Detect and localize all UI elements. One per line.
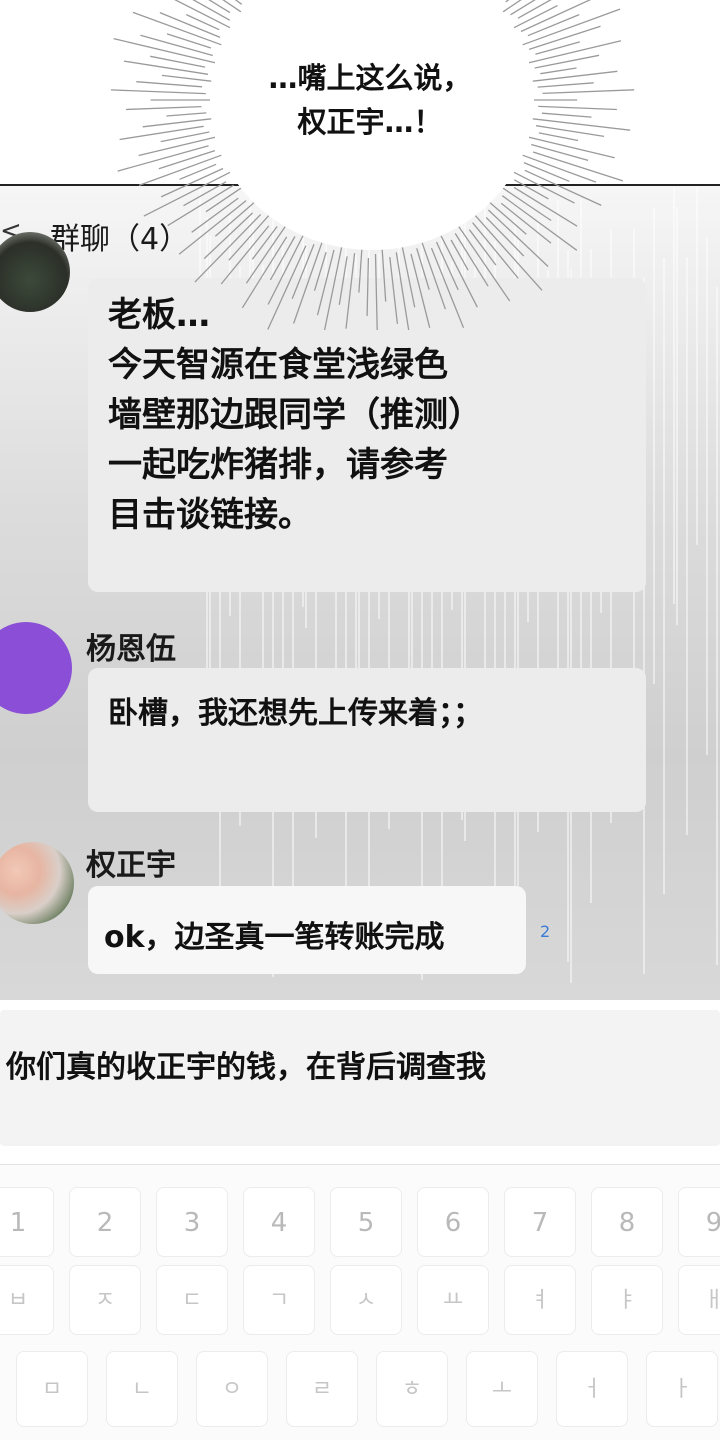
key[interactable]: 6 (417, 1187, 489, 1257)
message-input-text: 你们真的收正宇的钱，在背后调查我 (6, 1050, 486, 1085)
avatar[interactable] (0, 622, 72, 714)
keyboard: 1 2 3 4 5 6 7 8 9 ㅂ ㅈ ㄷ ㄱ ㅅ ㅛ ㅕ ㅑ ㅐ ㅁ ㄴ … (0, 1164, 720, 1440)
key[interactable]: ㅂ (0, 1265, 54, 1335)
key[interactable]: 7 (504, 1187, 576, 1257)
message-text: 卧槽，我还想先上传来着；； (108, 696, 483, 731)
speech-line-1: …嘴上这么说， (268, 61, 472, 95)
speech-bubble-text: …嘴上这么说， 权正宇…！ (230, 56, 510, 144)
chat-header: < 群聊（4） (0, 186, 720, 276)
message-line: 一起吃炸猪排，请参考 (108, 445, 448, 485)
key[interactable]: ㅛ (417, 1265, 489, 1335)
key[interactable]: ㅅ (330, 1265, 402, 1335)
key[interactable]: ㅓ (556, 1351, 628, 1427)
key[interactable]: ㅐ (678, 1265, 720, 1335)
key[interactable]: ㅎ (376, 1351, 448, 1427)
message-composer: 你们真的收正宇的钱，在背后调查我 (0, 1000, 720, 1160)
key[interactable]: ㅏ (646, 1351, 718, 1427)
key[interactable]: 9 (678, 1187, 720, 1257)
key[interactable]: ㅁ (16, 1351, 88, 1427)
message-line: 今天智源在食堂浅绿色 (108, 345, 448, 385)
unread-count: 2 (540, 922, 551, 941)
key[interactable]: ㄷ (156, 1265, 228, 1335)
message-text: 老板… 今天智源在食堂浅绿色 墙壁那边跟同学（推测） 一起吃炸猪排，请参考 目击… (108, 290, 628, 540)
avatar[interactable] (0, 232, 70, 312)
key[interactable]: 5 (330, 1187, 402, 1257)
key[interactable]: ㅇ (196, 1351, 268, 1427)
key[interactable]: ㄱ (243, 1265, 315, 1335)
key[interactable]: 8 (591, 1187, 663, 1257)
key[interactable]: 4 (243, 1187, 315, 1257)
sender-name: 杨恩伍 (86, 632, 176, 667)
avatar[interactable] (0, 842, 74, 924)
key[interactable]: ㅈ (69, 1265, 141, 1335)
message-text: ok，边圣真一笔转账完成 (104, 920, 445, 955)
message-input[interactable]: 你们真的收正宇的钱，在背后调查我 (0, 1010, 720, 1146)
message-line: 老板… (108, 295, 210, 335)
key[interactable]: ㅕ (504, 1265, 576, 1335)
key[interactable]: ㅗ (466, 1351, 538, 1427)
speech-line-2: 权正宇…！ (297, 105, 443, 139)
chat-title: 群聊（4） (50, 222, 190, 257)
key[interactable]: 2 (69, 1187, 141, 1257)
sender-name: 权正宇 (86, 848, 176, 883)
key[interactable]: ㄹ (286, 1351, 358, 1427)
message-line: 目击谈链接。 (108, 495, 312, 535)
key[interactable]: ㅑ (591, 1265, 663, 1335)
key[interactable]: 1 (0, 1187, 54, 1257)
chat-screen: < 群聊（4） 老板… 今天智源在食堂浅绿色 墙壁那边跟同学（推测） 一起吃炸猪… (0, 184, 720, 1000)
key[interactable]: ㄴ (106, 1351, 178, 1427)
key[interactable]: 3 (156, 1187, 228, 1257)
message-line: 墙壁那边跟同学（推测） (108, 395, 482, 435)
